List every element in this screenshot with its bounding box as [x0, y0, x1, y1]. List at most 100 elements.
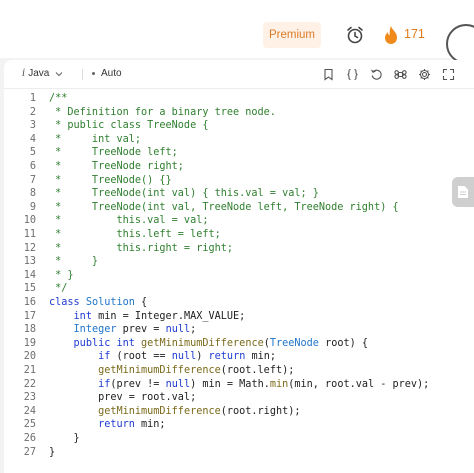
- code-token: (root ==: [110, 351, 172, 363]
- line-number: 23: [23, 392, 36, 404]
- code-text: * this.val = val;: [49, 214, 208, 228]
- code-token: * TreeNode left;: [49, 147, 178, 159]
- code-token: * this.left = left;: [49, 229, 221, 240]
- line-number: 20: [23, 351, 36, 363]
- top-navigation-bar: Premium 171: [0, 0, 474, 64]
- code-token: * TreeNode(int val) { this.val = val; }: [49, 188, 319, 200]
- code-token: * int val;: [49, 133, 142, 145]
- reset-icon[interactable]: [370, 68, 383, 81]
- toolbar-divider: [82, 69, 83, 80]
- code-token: ) min = Math.: [190, 378, 270, 390]
- expand-icon[interactable]: [442, 68, 455, 81]
- code-token: null: [165, 324, 191, 336]
- code-text: * Definition for a binary tree node.: [49, 106, 276, 120]
- auto-mode-label: Auto: [101, 68, 122, 79]
- line-number: 3: [29, 120, 36, 132]
- alarm-clock-icon[interactable]: [345, 25, 365, 45]
- code-text: int min = Integer.MAX_VALUE;: [49, 310, 246, 324]
- code-text: * TreeNode right;: [49, 160, 184, 174]
- code-text: * this.left = left;: [49, 228, 221, 242]
- line-number: 21: [23, 365, 36, 376]
- code-token: * TreeNode(int val, TreeNode left, TreeN…: [49, 201, 399, 213]
- code-text: class Solution {: [49, 296, 147, 310]
- language-label: Java: [28, 68, 50, 79]
- bookmark-icon[interactable]: [322, 68, 335, 81]
- code-text: Integer prev = null;: [49, 323, 197, 337]
- line-number: 14: [23, 269, 36, 281]
- code-token: public: [73, 337, 111, 349]
- code-text: }: [49, 432, 80, 446]
- code-token: null: [165, 378, 191, 390]
- side-panel-handle[interactable]: [452, 177, 474, 207]
- code-token: * TreeNode right;: [49, 161, 184, 172]
- code-text: getMinimumDifference(root.right);: [49, 405, 300, 419]
- line-number: 12: [23, 242, 36, 254]
- settings-icon[interactable]: [418, 68, 431, 81]
- premium-button[interactable]: Premium: [263, 22, 321, 48]
- code-token: return: [98, 419, 135, 431]
- code-token: * this.right = right;: [49, 242, 234, 254]
- code-text: public int getMinimumDifference(TreeNode…: [49, 337, 368, 351]
- code-text: * TreeNode(int val) { this.val = val; }: [49, 187, 319, 201]
- code-token: int: [116, 337, 135, 349]
- language-prefix: i: [22, 68, 26, 79]
- code-text: getMinimumDifference(root.left);: [49, 364, 294, 378]
- code-token: * public class TreeNode {: [49, 120, 209, 132]
- avatar[interactable]: [446, 24, 474, 64]
- line-number: 1: [29, 93, 36, 104]
- code-text: if(prev != null) min = Math.min(min, roo…: [49, 378, 429, 392]
- code-token: root) {: [318, 337, 369, 349]
- code-text: * TreeNode(int val, TreeNode left, TreeN…: [49, 201, 399, 215]
- code-token: getMinimumDifference: [98, 365, 221, 376]
- code-token: (prev !=: [110, 378, 166, 390]
- code-text: /**: [49, 92, 67, 106]
- code-text: */: [49, 282, 67, 296]
- streak-count[interactable]: 171: [404, 27, 425, 41]
- code-token: * this.val = val;: [49, 215, 209, 227]
- bullet-icon: [92, 72, 95, 75]
- line-number: 5: [29, 147, 36, 159]
- command-icon[interactable]: [394, 68, 407, 81]
- line-number: 15: [23, 283, 36, 295]
- code-text: * TreeNode left;: [49, 146, 178, 160]
- braces-icon[interactable]: [346, 68, 359, 81]
- code-token: min: [269, 378, 289, 390]
- line-number: 27: [23, 446, 36, 458]
- code-token: if: [98, 378, 111, 390]
- code-token: * }: [49, 269, 74, 281]
- code-token: getMinimumDifference: [141, 337, 264, 349]
- code-token: * Definition for a binary tree node.: [49, 106, 276, 118]
- line-number: 16: [23, 297, 36, 308]
- code-token: int: [73, 310, 92, 322]
- code-text: * int val;: [49, 133, 141, 147]
- code-text: * public class TreeNode {: [49, 119, 208, 133]
- line-number: 2: [29, 106, 36, 118]
- language-selector[interactable]: i Java: [22, 68, 63, 79]
- line-number: 18: [23, 324, 36, 336]
- code-token: ;: [190, 324, 197, 336]
- line-number: 10: [23, 215, 36, 227]
- code-token: null: [171, 351, 197, 363]
- code-token: */: [49, 283, 68, 295]
- code-token: Solution: [85, 297, 135, 308]
- line-number: 25: [23, 419, 36, 431]
- code-token: (root.left);: [220, 365, 295, 376]
- line-number: 8: [29, 188, 36, 200]
- code-text: * this.right = right;: [49, 242, 233, 256]
- line-number: 4: [29, 133, 36, 145]
- code-token: ): [196, 351, 209, 363]
- auto-mode-toggle[interactable]: Auto: [92, 68, 122, 79]
- flame-icon[interactable]: [383, 25, 399, 45]
- code-token: * }: [49, 256, 99, 268]
- line-number: 7: [29, 174, 36, 186]
- line-number: 19: [23, 337, 36, 349]
- code-token: class: [49, 297, 80, 308]
